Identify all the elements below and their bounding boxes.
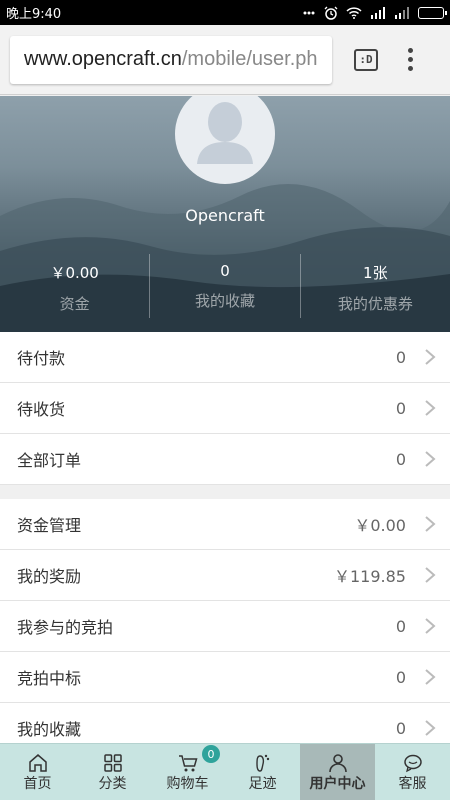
footprint-icon <box>255 754 269 772</box>
list-item-value: 0 <box>395 347 406 367</box>
nav-label: 客服 <box>398 776 427 792</box>
signal-icon <box>371 6 385 19</box>
list-item-value: 0 <box>395 398 406 418</box>
wifi-icon <box>346 6 362 19</box>
stat-value: 1张 <box>363 264 388 282</box>
nav-label: 首页 <box>23 776 52 792</box>
status-bar: 晚上9:40 <box>0 0 450 25</box>
orders-list: 待付款 0 待收货 0 全部订单 0 <box>0 332 450 485</box>
cart-icon <box>178 755 197 772</box>
list-item-label: 竞拍中标 <box>17 669 82 688</box>
alarm-icon <box>324 6 338 20</box>
overflow-menu-icon[interactable] <box>408 48 413 71</box>
status-icons <box>302 6 447 20</box>
chevron-right-icon <box>425 618 436 634</box>
user-icon <box>328 754 347 773</box>
stat-favorites[interactable]: 0 我的收藏 <box>149 254 299 318</box>
stat-value: 0 <box>220 262 230 280</box>
url-host: www.opencraft.cn <box>24 48 182 70</box>
list-item-value: 0 <box>395 616 406 636</box>
chevron-right-icon <box>425 669 436 685</box>
list-item-all-orders[interactable]: 全部订单 0 <box>0 434 450 485</box>
list-item-label: 待付款 <box>17 349 66 368</box>
profile-stats: ￥0.00 资金 0 我的收藏 1张 我的优惠券 <box>0 254 450 318</box>
chevron-right-icon <box>425 720 436 736</box>
account-list: 资金管理 ￥0.00 我的奖励 ￥119.85 我参与的竞拍 0 竞拍中标 0 … <box>0 499 450 754</box>
home-icon <box>28 754 47 772</box>
nav-label: 购物车 <box>166 776 209 792</box>
dots-icon <box>303 11 315 14</box>
nav-footprint[interactable]: 足迹 <box>225 744 300 800</box>
list-item-value: ￥0.00 <box>354 516 406 535</box>
list-item-label: 我参与的竞拍 <box>17 618 114 637</box>
nav-label: 用户中心 <box>309 776 366 792</box>
stat-label: 我的收藏 <box>194 292 255 310</box>
list-item-fund-management[interactable]: 资金管理 ￥0.00 <box>0 499 450 550</box>
list-item-auction-won[interactable]: 竞拍中标 0 <box>0 652 450 703</box>
nav-home[interactable]: 首页 <box>0 744 75 800</box>
username: Opencraft <box>185 206 265 225</box>
url-path: /mobile/user.ph <box>181 48 318 70</box>
battery-icon <box>418 6 447 19</box>
list-item-my-rewards[interactable]: 我的奖励 ￥119.85 <box>0 550 450 601</box>
stat-funds[interactable]: ￥0.00 资金 <box>0 254 149 318</box>
nav-cart[interactable]: 0 购物车 <box>150 744 225 800</box>
signal-2-icon <box>395 6 409 19</box>
list-item-label: 我的奖励 <box>17 567 82 586</box>
list-item-label: 全部订单 <box>17 451 82 470</box>
stat-label: 我的优惠券 <box>337 295 413 313</box>
stat-coupons[interactable]: 1张 我的优惠券 <box>299 254 450 318</box>
profile-header: Opencraft ￥0.00 资金 0 我的收藏 1张 我的优惠券 <box>0 96 450 332</box>
grid-icon <box>103 754 122 772</box>
bottom-nav: 首页 分类 0 购物车 足迹 用户中心 客服 <box>0 743 450 800</box>
chevron-right-icon <box>425 349 436 365</box>
list-item-label: 我的收藏 <box>17 720 82 739</box>
list-item-value: 0 <box>395 718 406 738</box>
nav-customer-service[interactable]: 客服 <box>375 744 450 800</box>
nav-user-center[interactable]: 用户中心 <box>300 744 375 800</box>
chat-icon <box>403 754 422 773</box>
list-item-value: ￥119.85 <box>334 567 406 586</box>
tabs-button[interactable]: :D <box>354 48 378 71</box>
list-item-my-auctions[interactable]: 我参与的竞拍 0 <box>0 601 450 652</box>
list-item-pending-delivery[interactable]: 待收货 0 <box>0 383 450 434</box>
chevron-right-icon <box>425 567 436 583</box>
list-item-label: 资金管理 <box>17 516 82 535</box>
chevron-right-icon <box>425 516 436 532</box>
list-item-value: 0 <box>395 667 406 687</box>
stat-value: ￥0.00 <box>50 264 99 282</box>
status-time: 晚上9:40 <box>6 7 62 22</box>
nav-category[interactable]: 分类 <box>75 744 150 800</box>
cart-badge: 0 <box>202 745 220 763</box>
browser-toolbar: www.opencraft.cn/mobile/user.ph :D <box>0 25 450 95</box>
nav-label: 分类 <box>98 776 127 792</box>
chevron-right-icon <box>425 400 436 416</box>
stat-label: 资金 <box>59 295 90 313</box>
chevron-right-icon <box>425 451 436 467</box>
list-item-label: 待收货 <box>17 400 66 419</box>
list-item-value: 0 <box>395 449 406 469</box>
address-bar[interactable]: www.opencraft.cn/mobile/user.ph <box>10 35 332 84</box>
nav-label: 足迹 <box>248 776 277 792</box>
list-item-pending-payment[interactable]: 待付款 0 <box>0 332 450 383</box>
